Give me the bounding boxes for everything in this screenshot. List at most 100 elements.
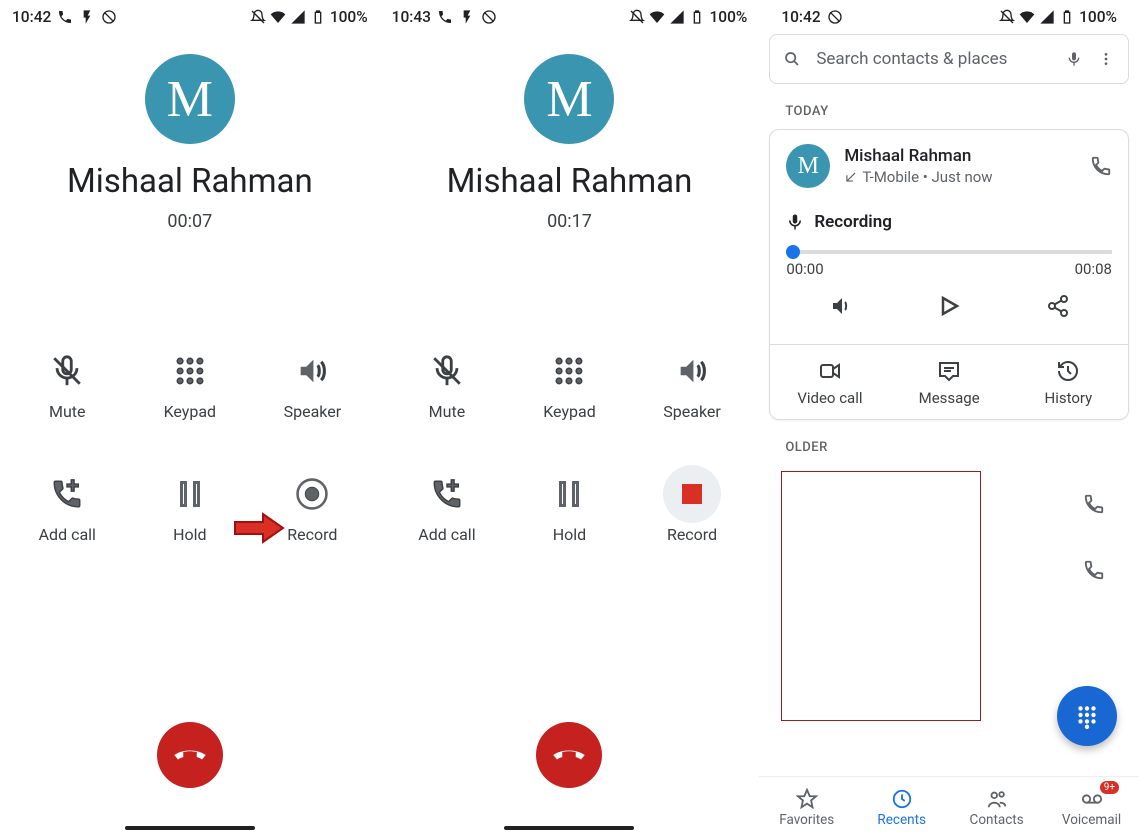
mute-label: Mute <box>49 402 86 421</box>
recording-title: Recording <box>814 212 892 232</box>
status-time: 10:42 <box>781 8 820 26</box>
flash-icon <box>79 9 95 25</box>
message-button[interactable]: Message <box>890 359 1009 407</box>
bell-off-icon <box>999 9 1015 25</box>
search-placeholder: Search contacts & places <box>816 49 1050 69</box>
keypad-icon <box>552 354 586 388</box>
playback-current: 00:00 <box>786 260 823 278</box>
keypad-icon <box>173 354 207 388</box>
signal-icon <box>669 9 685 25</box>
clock-icon <box>891 788 913 810</box>
speaker-button[interactable]: Speaker <box>631 354 754 421</box>
nav-favorites-label: Favorites <box>779 812 834 828</box>
call-back-button[interactable] <box>1083 493 1105 515</box>
speaker-label: Speaker <box>663 402 721 421</box>
mute-button[interactable]: Mute <box>386 354 509 421</box>
battery-icon <box>310 9 326 25</box>
keypad-button[interactable]: Keypad <box>508 354 631 421</box>
add-call-label: Add call <box>418 525 475 544</box>
dialpad-fab[interactable] <box>1057 686 1117 746</box>
nav-recents[interactable]: Recents <box>854 777 949 838</box>
home-indicator <box>125 826 255 830</box>
keypad-label: Keypad <box>164 402 217 421</box>
add-call-button[interactable]: Add call <box>386 477 509 544</box>
history-label: History <box>1045 389 1093 407</box>
status-time: 10:43 <box>392 8 431 26</box>
screen-call-recording: 10:43 100% M Mishaal Rahman 00:17 Mute K… <box>380 0 760 838</box>
status-bar: 10:43 100% <box>380 0 760 30</box>
add-call-icon <box>50 477 84 511</box>
message-label: Message <box>919 389 980 407</box>
phone-icon <box>437 9 453 25</box>
playback-total: 00:08 <box>1075 260 1112 278</box>
battery-text: 100% <box>709 8 747 26</box>
nav-recents-label: Recents <box>877 812 926 828</box>
share-button[interactable] <box>1046 294 1070 322</box>
more-icon[interactable] <box>1098 51 1114 67</box>
keypad-button[interactable]: Keypad <box>129 354 252 421</box>
speaker-icon <box>295 354 329 388</box>
nav-voicemail[interactable]: 9+ Voicemail <box>1044 777 1139 838</box>
search-bar[interactable]: Search contacts & places <box>769 34 1129 84</box>
play-button[interactable] <box>937 294 961 322</box>
history-button[interactable]: History <box>1009 359 1128 407</box>
wifi-icon <box>1019 9 1035 25</box>
star-icon <box>796 788 818 810</box>
video-icon <box>818 359 842 383</box>
record-button-active[interactable]: Record <box>631 477 754 544</box>
home-indicator <box>504 826 634 830</box>
voicemail-badge: 9+ <box>1100 781 1119 794</box>
nav-favorites[interactable]: Favorites <box>759 777 854 838</box>
call-entry-header[interactable]: M Mishaal Rahman T-Mobile • Just now <box>770 130 1128 198</box>
add-call-button[interactable]: Add call <box>6 477 129 544</box>
hold-button[interactable]: Hold <box>508 477 631 544</box>
do-not-disturb-icon <box>101 9 117 25</box>
bell-off-icon <box>250 9 266 25</box>
hold-label: Hold <box>553 525 586 544</box>
speaker-label: Speaker <box>284 402 342 421</box>
battery-icon <box>689 9 705 25</box>
mute-button[interactable]: Mute <box>6 354 129 421</box>
add-call-icon <box>430 477 464 511</box>
history-icon <box>1056 359 1080 383</box>
keypad-label: Keypad <box>543 402 596 421</box>
speaker-button[interactable]: Speaker <box>251 354 374 421</box>
bell-off-icon <box>629 9 645 25</box>
mute-icon <box>50 354 84 388</box>
volume-button[interactable] <box>829 294 853 322</box>
playback-slider[interactable] <box>786 250 1112 254</box>
annotation-arrow <box>233 512 285 548</box>
caller-avatar: M <box>524 54 614 144</box>
video-call-button[interactable]: Video call <box>770 359 889 407</box>
record-stop-icon <box>663 465 721 523</box>
end-call-button[interactable] <box>536 722 602 788</box>
call-timer: 00:17 <box>380 211 760 232</box>
hold-icon <box>552 477 586 511</box>
end-call-button[interactable] <box>157 722 223 788</box>
call-timer: 00:07 <box>0 211 380 232</box>
signal-icon <box>290 9 306 25</box>
incoming-arrow-icon <box>844 170 858 184</box>
record-label: Record <box>287 525 337 544</box>
slider-thumb[interactable] <box>786 245 800 259</box>
battery-text: 100% <box>330 8 368 26</box>
screen-recents: 10:42 100% Search contacts & places TODA… <box>759 0 1139 838</box>
signal-icon <box>1039 9 1055 25</box>
nav-voicemail-label: Voicemail <box>1062 812 1121 828</box>
recording-section: Recording 00:00 00:08 <box>770 198 1128 326</box>
battery-text: 100% <box>1079 8 1117 26</box>
mute-icon <box>430 354 464 388</box>
mic-icon <box>786 213 804 231</box>
section-today-label: TODAY <box>785 104 1129 119</box>
nav-contacts[interactable]: Contacts <box>949 777 1044 838</box>
message-icon <box>937 359 961 383</box>
end-call-icon <box>172 737 208 773</box>
dialpad-icon <box>1074 703 1100 729</box>
call-back-button[interactable] <box>1090 155 1112 177</box>
video-call-label: Video call <box>797 389 862 407</box>
call-back-button[interactable] <box>1083 559 1105 581</box>
record-label: Record <box>667 525 717 544</box>
mic-icon[interactable] <box>1066 51 1082 67</box>
people-icon <box>986 788 1008 810</box>
nav-contacts-label: Contacts <box>970 812 1024 828</box>
